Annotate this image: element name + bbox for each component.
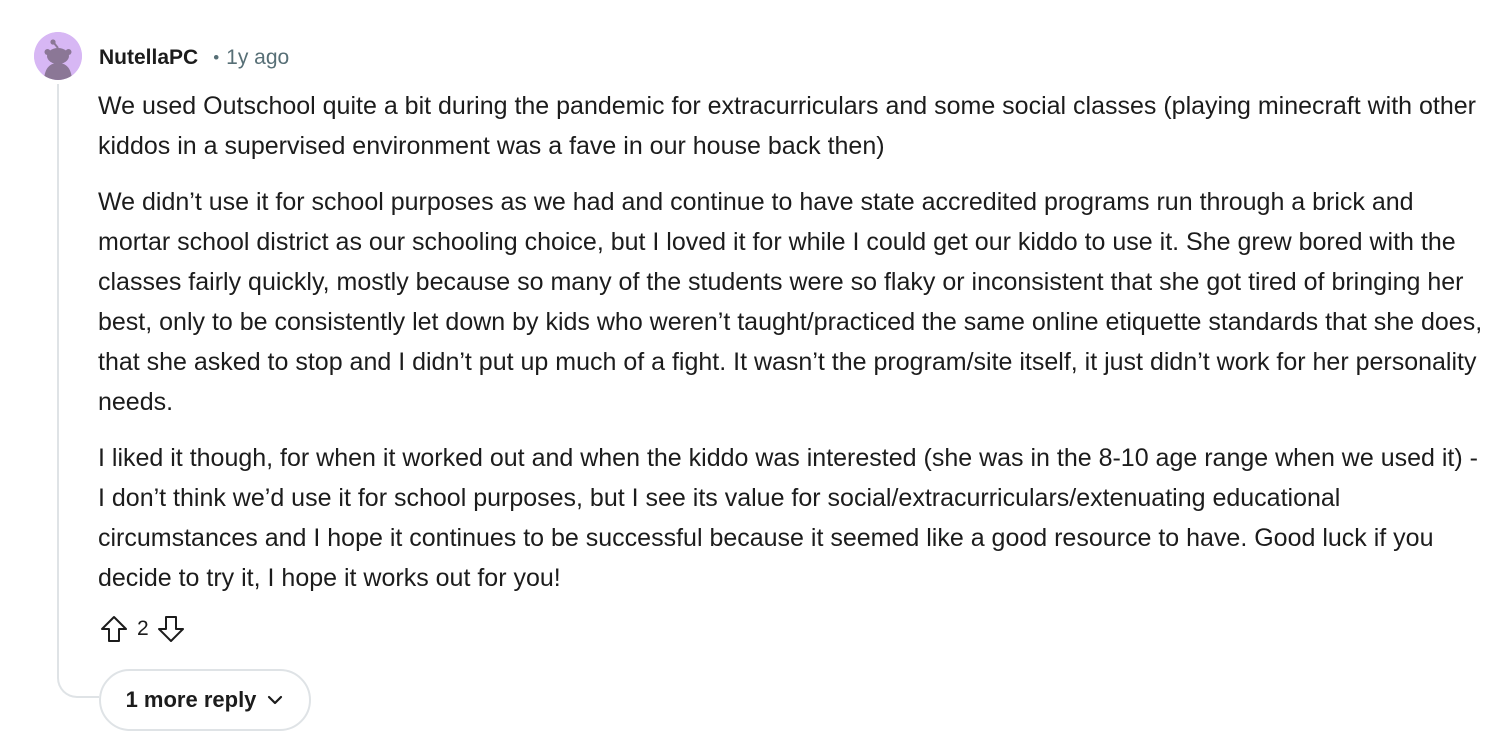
thread-connector [57,660,99,698]
comment-paragraph: We didn’t use it for school purposes as … [98,188,1483,416]
snoo-avatar-icon [34,32,82,80]
comment-paragraph: We used Outschool quite a bit during the… [98,92,1476,160]
comment-meta: NutellaPC • 1y ago [99,44,289,72]
upvote-arrow-icon [101,616,127,642]
upvote-button[interactable] [98,613,130,645]
thread-line [57,84,59,676]
downvote-button[interactable] [155,613,187,645]
vote-bar: 2 [98,611,187,647]
comment-timestamp[interactable]: 1y ago [226,46,289,70]
meta-separator: • [213,48,220,67]
avatar[interactable] [34,32,82,80]
author-username[interactable]: NutellaPC [99,46,198,70]
chevron-down-icon [266,691,284,709]
more-replies-button[interactable]: 1 more reply [99,669,311,731]
comment-paragraph: I liked it though, for when it worked ou… [98,444,1478,592]
downvote-arrow-icon [157,616,184,642]
comment-body: We used Outschool quite a bit during the… [98,86,1483,614]
vote-score: 2 [137,617,149,640]
more-replies-label: 1 more reply [125,687,257,712]
